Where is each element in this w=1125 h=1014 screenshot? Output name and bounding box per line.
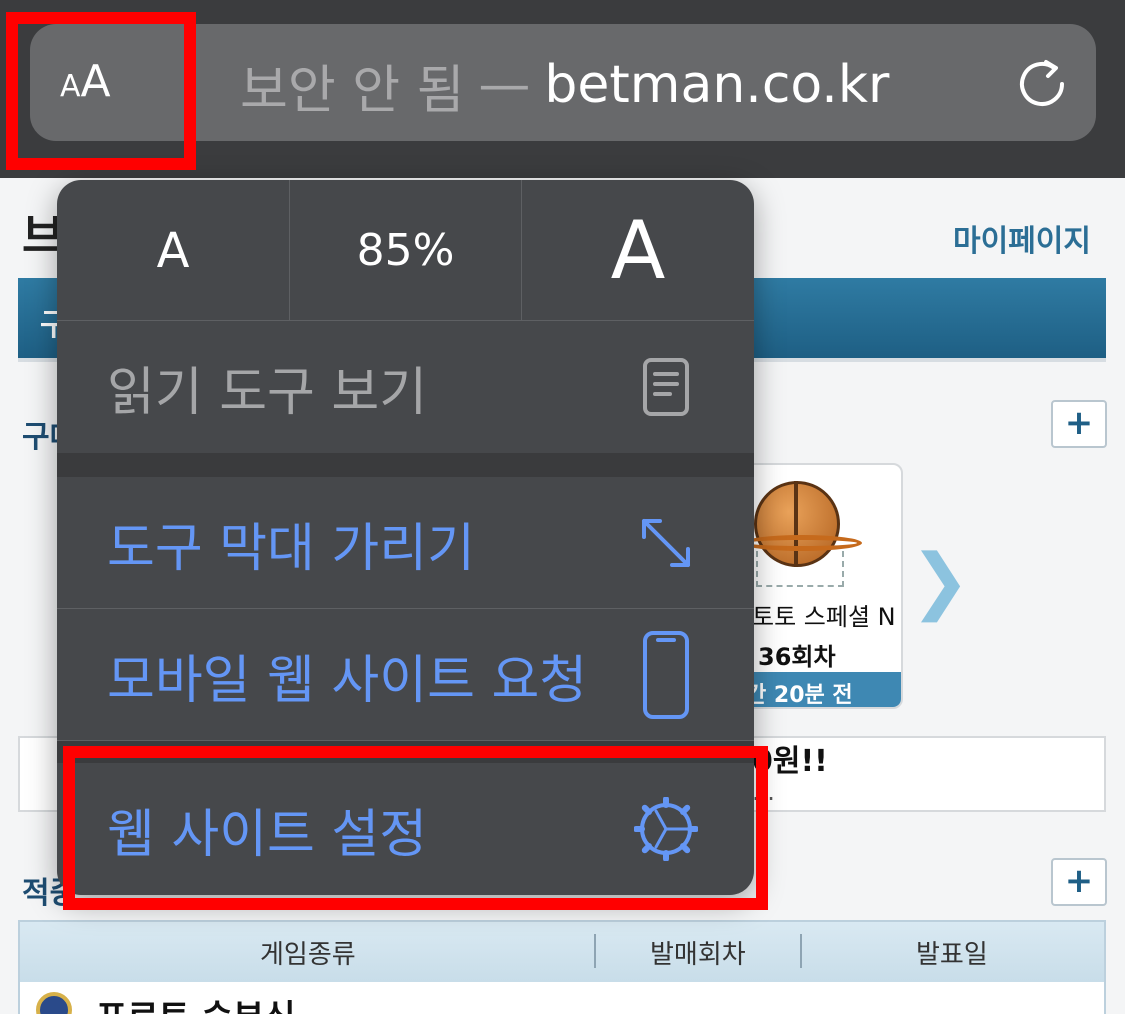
- reload-icon[interactable]: [1012, 54, 1072, 114]
- zoom-in-button[interactable]: A: [522, 180, 754, 321]
- reader-document-icon: [634, 321, 698, 453]
- table-header-game-type: 게임종류: [260, 940, 356, 970]
- next-card-arrow-icon[interactable]: ❯: [910, 538, 970, 622]
- url-separator: —: [478, 55, 531, 115]
- card-round: 36회차: [758, 643, 836, 671]
- zoom-level[interactable]: 85%: [289, 180, 522, 321]
- more-purchase-button[interactable]: +: [1051, 400, 1107, 448]
- table-header-date: 발표일: [916, 940, 988, 970]
- menu-item-hide-toolbar[interactable]: 도구 막대 가리기: [57, 477, 754, 609]
- game-card[interactable]: 토토 스페셜 N 36회차 간 20분 전: [740, 463, 903, 709]
- more-results-button[interactable]: +: [1051, 858, 1107, 906]
- highlight-box-aa-button: [6, 12, 196, 170]
- table-header-round: 발매회차: [650, 940, 746, 970]
- table-header-divider: [594, 934, 596, 968]
- highlight-box-website-settings: [63, 746, 768, 910]
- hoop-icon: [742, 535, 862, 551]
- url-display[interactable]: 보안 안 됨 — betman.co.kr: [240, 52, 890, 121]
- menu-item-reader-label: 읽기 도구 보기: [107, 362, 428, 423]
- net-icon: [756, 551, 844, 587]
- mypage-link[interactable]: 마이페이지: [953, 216, 1091, 260]
- url-domain: betman.co.kr: [544, 55, 890, 115]
- zoom-controls: A 85% A: [57, 180, 754, 321]
- menu-group-separator: [57, 453, 754, 477]
- security-status: 보안 안 됨: [240, 60, 465, 121]
- zoom-out-button[interactable]: A: [57, 180, 289, 321]
- card-deadline: 간 20분 전: [746, 683, 853, 708]
- table-header-divider: [800, 934, 802, 968]
- menu-item-hide-toolbar-label: 도구 막대 가리기: [107, 518, 475, 579]
- menu-item-request-mobile-label: 모바일 웹 사이트 요청: [107, 650, 588, 711]
- table-row-game[interactable]: 프로토 승부식: [96, 990, 296, 1014]
- menu-item-request-mobile[interactable]: 모바일 웹 사이트 요청: [57, 609, 754, 741]
- phone-icon: [634, 609, 698, 741]
- card-game-name: 토토 스페셜 N: [752, 603, 896, 631]
- menu-item-reader[interactable]: 읽기 도구 보기: [57, 321, 754, 453]
- expand-arrows-icon: [634, 477, 698, 609]
